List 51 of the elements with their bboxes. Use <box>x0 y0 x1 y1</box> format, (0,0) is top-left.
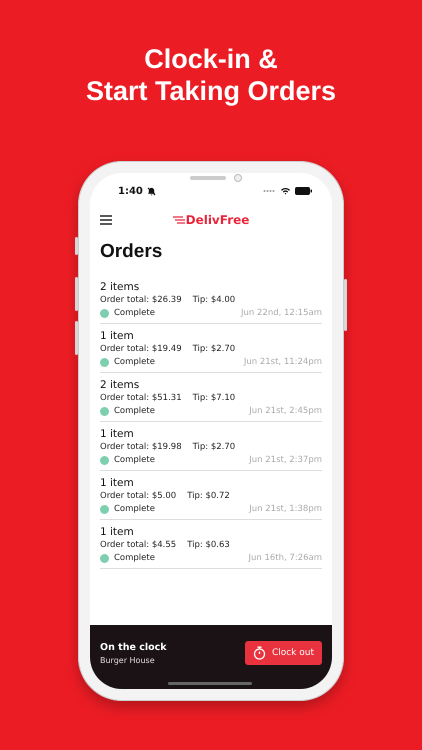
order-row[interactable]: 1 item Order total: $4.55 Tip: $0.63 Complete Jun 16th, 7:26am <box>100 520 322 569</box>
order-total: Order total: $26.39 <box>100 295 182 305</box>
order-status: Complete <box>114 406 155 416</box>
menu-icon[interactable] <box>100 215 112 225</box>
battery-icon <box>295 187 312 195</box>
tip-amount: Tip: $2.70 <box>192 344 236 354</box>
order-status: Complete <box>114 308 155 318</box>
tip-amount: Tip: $0.72 <box>187 491 230 501</box>
order-date: Jun 22nd, 12:15am <box>241 308 322 318</box>
order-date: Jun 21st, 2:45pm <box>249 406 322 416</box>
tip-amount: Tip: $2.70 <box>192 442 236 452</box>
order-row[interactable]: 2 items Order total: $51.31 Tip: $7.10 Complete Jun 21st, 2:45pm <box>100 373 322 422</box>
headline: Clock-in & Start Taking Orders <box>86 43 336 107</box>
speaker-grille <box>190 176 226 180</box>
wifi-icon <box>280 187 291 195</box>
item-count: 1 item <box>100 477 135 489</box>
item-count: 1 item <box>100 330 135 342</box>
tip-amount: Tip: $0.63 <box>187 540 230 550</box>
order-status: Complete <box>114 357 155 367</box>
order-total: Order total: $51.31 <box>100 393 182 403</box>
order-total: Order total: $19.49 <box>100 344 182 354</box>
tip-amount: Tip: $4.00 <box>192 295 236 305</box>
restaurant-name: Burger House <box>100 656 156 664</box>
order-date: Jun 21st, 11:24pm <box>244 357 322 367</box>
clock-out-button[interactable]: Clock out <box>244 641 322 665</box>
order-row[interactable]: 2 items Order total: $26.39 Tip: $4.00 Complete Jun 22nd, 12:15am <box>100 275 322 324</box>
camera-dot <box>234 174 242 182</box>
item-count: 2 items <box>100 379 140 391</box>
order-row[interactable]: 1 item Order total: $19.49 Tip: $2.70 Complete Jun 21st, 11:24pm <box>100 324 322 373</box>
order-status: Complete <box>114 553 155 563</box>
order-status: Complete <box>114 455 155 465</box>
order-date: Jun 21st, 2:37pm <box>249 455 322 465</box>
order-row[interactable]: 1 item Order total: $19.98 Tip: $2.70 Complete Jun 21st, 2:37pm <box>100 422 322 471</box>
page-title: Orders <box>100 241 164 263</box>
order-status: Complete <box>114 504 155 514</box>
order-row[interactable]: 1 item Order total: $5.00 Tip: $0.72 Complete Jun 21st, 1:38pm <box>100 471 322 520</box>
item-count: 1 item <box>100 526 135 538</box>
muted-bell-icon <box>146 186 156 196</box>
order-date: Jun 21st, 1:38pm <box>249 504 322 514</box>
order-total: Order total: $4.55 <box>100 540 176 550</box>
order-date: Jun 16th, 7:26am <box>248 553 322 563</box>
stopwatch-icon <box>252 646 266 660</box>
signal-icon <box>263 189 276 193</box>
order-total: Order total: $5.00 <box>100 491 176 501</box>
order-total: Order total: $19.98 <box>100 442 182 452</box>
status-time: 1:40 <box>118 186 143 196</box>
item-count: 2 items <box>100 281 140 293</box>
item-count: 1 item <box>100 428 135 440</box>
app-logo: DelivFree <box>172 213 250 227</box>
clock-status: On the clock <box>100 642 168 652</box>
tip-amount: Tip: $7.10 <box>192 393 236 403</box>
